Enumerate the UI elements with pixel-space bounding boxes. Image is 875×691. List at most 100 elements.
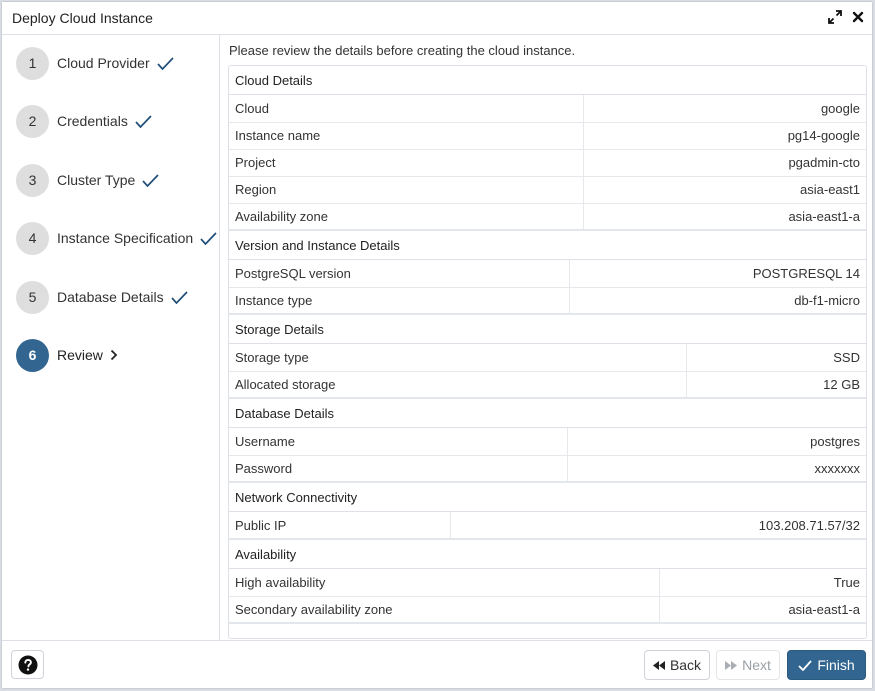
row-value: asia-east1-a — [658, 596, 866, 624]
table-row: Project pgadmin-cto — [229, 149, 866, 177]
step-label: Credentials — [57, 113, 128, 129]
rewind-icon — [652, 660, 665, 670]
checkmark-icon — [135, 114, 152, 128]
details-table: Cloud google Instance name pg14-google Proje… — [229, 95, 866, 231]
review-section: Cloud Details Cloud google Instance name pg1… — [229, 66, 866, 231]
step-label: Cluster Type — [57, 172, 136, 188]
row-label: Cloud — [229, 95, 583, 123]
step-number: 3 — [16, 163, 49, 197]
wizard-steps: 1 Cloud Provider 2 Credentials 3 Cluster Type… — [2, 35, 220, 642]
fast-forward-icon — [725, 660, 738, 670]
table-row: Instance type db-f1-micro — [229, 287, 866, 315]
wizard-step-2[interactable]: 2 Credentials — [16, 104, 152, 138]
checkmark-icon — [142, 173, 159, 187]
step-label: Database Details — [57, 289, 164, 305]
table-row: High availability True — [229, 569, 866, 597]
row-value: True — [658, 569, 866, 597]
row-value: SSD — [685, 344, 866, 372]
chevron-right-icon — [110, 349, 118, 361]
review-section: Availability High availability True Seconda… — [229, 540, 866, 624]
row-label: Storage type — [229, 344, 686, 372]
row-label: High availability — [229, 569, 659, 597]
wizard-step-1[interactable]: 1 Cloud Provider — [16, 46, 174, 80]
section-title: Cloud Details — [229, 66, 866, 95]
table-row: PostgreSQL version POSTGRESQL 14 — [229, 260, 866, 288]
row-value: 103.208.71.57/32 — [449, 512, 866, 540]
section-title: Storage Details — [229, 315, 866, 344]
row-value: asia-east1-a — [582, 203, 866, 231]
back-label: Back — [669, 657, 702, 673]
row-value: POSTGRESQL 14 — [568, 260, 866, 288]
details-table: PostgreSQL version POSTGRESQL 14 Instance … — [229, 260, 866, 315]
details-table: High availability True Secondary availabil… — [229, 569, 866, 624]
close-icon[interactable] — [850, 9, 866, 25]
row-value: db-f1-micro — [568, 287, 866, 315]
step-number: 2 — [16, 104, 49, 138]
row-label: Instance type — [229, 287, 569, 315]
step-number: 6 — [16, 338, 49, 372]
next-label: Next — [742, 657, 771, 673]
expand-icon[interactable] — [827, 9, 843, 25]
row-label: Password — [229, 455, 567, 483]
section-title: Network Connectivity — [229, 483, 866, 512]
step-label: Review — [57, 347, 103, 363]
row-label: Project — [229, 149, 583, 177]
step-label: Cloud Provider — [57, 55, 150, 71]
row-label: Allocated storage — [229, 371, 686, 399]
step-label: Instance Specification — [57, 230, 194, 246]
review-section: Network Connectivity Public IP 103.208.71.… — [229, 483, 866, 540]
finish-label: Finish — [817, 657, 855, 673]
next-button[interactable]: Next — [716, 650, 780, 680]
checkmark-icon — [170, 290, 188, 304]
table-row: Public IP 103.208.71.57/32 — [229, 512, 866, 540]
back-button[interactable]: Back — [644, 650, 710, 680]
review-section: Version and Instance Details PostgreSQL v… — [229, 231, 866, 315]
section-title: Availability — [229, 540, 866, 569]
table-row: Storage type SSD — [229, 344, 866, 372]
review-section: Storage Details Storage type SSD Allocated … — [229, 315, 866, 399]
row-value: google — [582, 95, 866, 123]
wizard-step-3[interactable]: 3 Cluster Type — [16, 163, 159, 197]
row-value: asia-east1 — [582, 176, 866, 204]
step-number: 4 — [16, 221, 49, 255]
row-label: Region — [229, 176, 583, 204]
row-label: Instance name — [229, 122, 583, 150]
dialog-footer: Back Next Finish — [2, 640, 872, 688]
table-row: Cloud google — [229, 95, 866, 123]
checkmark-icon — [200, 231, 217, 245]
dialog-title: Deploy Cloud Instance — [12, 10, 153, 26]
step-number: 5 — [16, 280, 49, 314]
table-row: Password xxxxxxx — [229, 455, 866, 483]
row-value: postgres — [566, 428, 866, 456]
wizard-step-4[interactable]: 4 Instance Specification — [16, 221, 217, 255]
row-value: 12 GB — [685, 371, 866, 399]
section-title: Version and Instance Details — [229, 231, 866, 260]
check-icon — [798, 659, 812, 671]
row-value: pgadmin-cto — [582, 149, 866, 177]
row-label: Secondary availability zone — [229, 596, 659, 624]
row-label: Public IP — [229, 512, 450, 540]
section-title: Database Details — [229, 399, 866, 428]
review-section: Database Details Username postgres Password… — [229, 399, 866, 483]
wizard-step-6[interactable]: 6 Review — [16, 338, 118, 372]
help-icon — [18, 655, 37, 674]
details-table: Storage type SSD Allocated storage 12 GB — [229, 344, 866, 399]
checkmark-icon — [156, 56, 174, 70]
table-row: Region asia-east1 — [229, 176, 866, 204]
wizard-step-5[interactable]: 5 Database Details — [16, 280, 188, 314]
row-value: pg14-google — [582, 122, 866, 150]
table-row: Username postgres — [229, 428, 866, 456]
table-row: Instance name pg14-google — [229, 122, 866, 150]
finish-button[interactable]: Finish — [787, 650, 866, 680]
dialog-titlebar[interactable]: Deploy Cloud Instance — [2, 2, 872, 35]
details-table: Username postgres Password xxxxxxx — [229, 428, 866, 483]
row-value: xxxxxxx — [566, 455, 866, 483]
table-row: Secondary availability zone asia-east1-a — [229, 596, 866, 624]
review-panel: Please review the details before creatin… — [220, 35, 872, 642]
review-details: Cloud Details Cloud google Instance name pg1… — [228, 65, 867, 639]
details-table: Public IP 103.208.71.57/32 — [229, 512, 866, 540]
step-number: 1 — [16, 46, 49, 80]
help-button[interactable] — [11, 650, 44, 679]
row-label: PostgreSQL version — [229, 260, 569, 288]
deploy-cloud-instance-dialog: Deploy Cloud Instance 1 Cloud Provider 2 Cr… — [1, 1, 873, 689]
